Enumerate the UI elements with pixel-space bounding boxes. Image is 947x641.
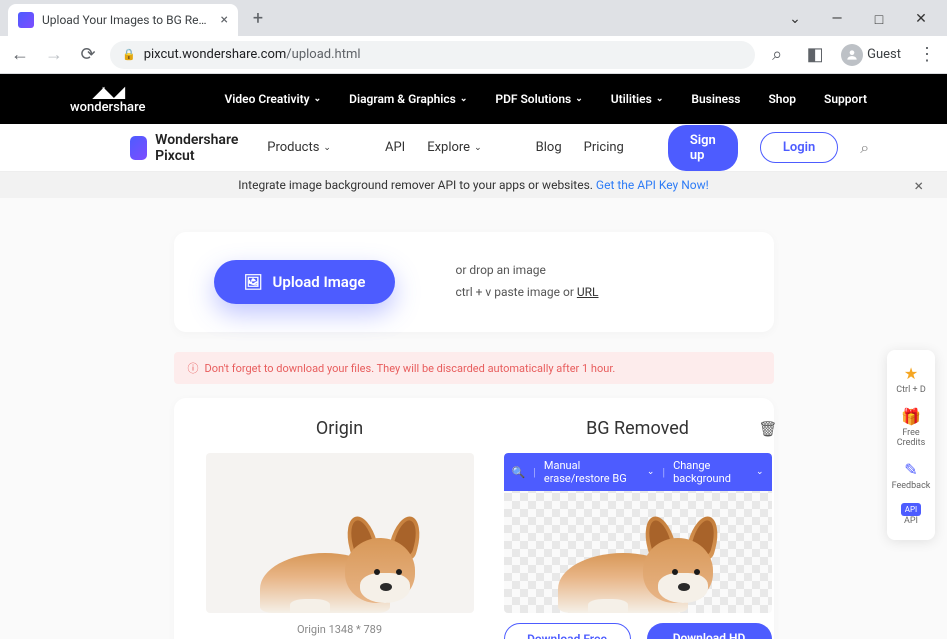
favicon <box>18 12 34 28</box>
chevron-down-icon: ⌄ <box>314 94 322 104</box>
chevron-down-icon: ⌄ <box>575 94 583 104</box>
nav-utilities[interactable]: Utilities⌄ <box>611 92 664 106</box>
dock-shortcut[interactable]: ★Ctrl + D <box>887 358 935 401</box>
trash-icon[interactable]: 🗑 <box>758 420 777 438</box>
upload-hints: or drop an image ctrl + v paste image or… <box>455 260 598 303</box>
url-domain: pixcut.wondershare.com <box>144 47 287 62</box>
window-controls: ⌄ ― □ ✕ <box>783 5 947 31</box>
gift-icon: 🎁 <box>889 407 933 426</box>
nav-api[interactable]: API <box>385 140 405 155</box>
star-icon: ★ <box>889 364 933 383</box>
url-path: /upload.html <box>286 47 360 62</box>
image-icon: 🖼 <box>244 273 263 291</box>
change-bg-button[interactable]: Change background ⌄ <box>673 459 763 485</box>
origin-caption: Origin 1348 * 789 <box>206 623 474 636</box>
origin-title: Origin <box>316 418 363 439</box>
nav-explore[interactable]: Explore⌄ <box>427 140 481 155</box>
warning-text: Don't forget to download your files. The… <box>205 362 616 375</box>
pixcut-icon <box>130 136 147 160</box>
close-tab-icon[interactable]: × <box>221 12 228 28</box>
search-icon[interactable]: ⌕ <box>860 138 869 158</box>
chevron-down-icon: ⌄ <box>474 143 482 153</box>
profile-button[interactable]: Guest <box>841 44 901 66</box>
chevron-down-icon: ⌄ <box>323 143 331 153</box>
wondershare-logo[interactable]: ◢◣◢ wondershare <box>70 83 146 115</box>
guest-label: Guest <box>867 47 901 62</box>
dog-illustration <box>250 503 430 613</box>
url-input[interactable]: 🔒 pixcut.wondershare.com/upload.html <box>110 41 755 69</box>
tab-strip: Upload Your Images to BG Remo... × + ⌄ ―… <box>0 0 947 36</box>
nav-pdf-solutions[interactable]: PDF Solutions⌄ <box>495 92 582 106</box>
browser-tab[interactable]: Upload Your Images to BG Remo... × <box>8 4 238 36</box>
removed-column: BG Removed 🗑 🔍| Manual erase/restore BG … <box>504 418 772 639</box>
upload-image-button[interactable]: 🖼 Upload Image <box>214 260 396 304</box>
zoom-icon[interactable]: 🔍 <box>512 466 526 479</box>
hint-paste: ctrl + v paste image or <box>455 285 576 299</box>
api-icon: API <box>901 503 921 516</box>
nav-blog[interactable]: Blog <box>536 140 562 155</box>
pixcut-app-nav: Wondershare Pixcut Products⌄ API Explore… <box>0 124 947 172</box>
forward-button[interactable]: → <box>42 43 66 67</box>
chevron-down-icon[interactable]: ⌄ <box>783 7 807 31</box>
signup-button[interactable]: Sign up <box>668 125 738 171</box>
nav-diagram-graphics[interactable]: Diagram & Graphics⌄ <box>349 92 467 106</box>
banner-text: Integrate image background remover API t… <box>238 178 596 192</box>
login-button[interactable]: Login <box>760 132 838 163</box>
download-free-button[interactable]: Download Free <box>504 623 631 639</box>
origin-column: Origin Origin 1348 * 789 <box>206 418 474 639</box>
chevron-down-icon: ⌄ <box>756 467 764 477</box>
upload-card: 🖼 Upload Image or drop an image ctrl + v… <box>174 232 774 332</box>
close-window-icon[interactable]: ✕ <box>909 7 933 31</box>
nav-video-creativity[interactable]: Video Creativity⌄ <box>224 92 321 106</box>
nav-products[interactable]: Products⌄ <box>267 140 331 155</box>
removed-image: 🔍| Manual erase/restore BG ⌄| Change bac… <box>504 453 772 613</box>
tab-title: Upload Your Images to BG Remo... <box>42 13 213 27</box>
address-bar: ← → ⟳ 🔒 pixcut.wondershare.com/upload.ht… <box>0 36 947 74</box>
side-dock: ★Ctrl + D 🎁Free Credits ✎Feedback APIAPI <box>887 350 935 540</box>
warning-bar: ⓘ Don't forget to download your files. T… <box>174 352 774 384</box>
search-icon[interactable]: ⌕ <box>765 43 789 67</box>
new-tab-button[interactable]: + <box>244 4 272 32</box>
avatar-icon <box>841 44 863 66</box>
url-link[interactable]: URL <box>577 285 599 299</box>
api-banner: Integrate image background remover API t… <box>0 172 947 198</box>
result-card: Origin Origin 1348 * 789 BG Removed 🗑 <box>174 398 774 639</box>
image-action-bar: 🔍| Manual erase/restore BG ⌄| Change bac… <box>504 453 772 491</box>
chevron-down-icon: ⌄ <box>460 94 468 104</box>
dock-feedback[interactable]: ✎Feedback <box>887 454 935 497</box>
dock-credits[interactable]: 🎁Free Credits <box>887 401 935 454</box>
chevron-down-icon: ⌄ <box>647 467 655 477</box>
logo-icon: ◢◣◢ <box>92 83 123 101</box>
main-content: 🖼 Upload Image or drop an image ctrl + v… <box>0 198 947 639</box>
browser-chrome: Upload Your Images to BG Remo... × + ⌄ ―… <box>0 0 947 74</box>
dog-illustration <box>548 503 728 613</box>
hint-drop: or drop an image <box>455 260 598 282</box>
removed-title: BG Removed <box>586 418 689 439</box>
maximize-icon[interactable]: □ <box>867 7 891 31</box>
banner-link[interactable]: Get the API Key Now! <box>596 178 709 192</box>
back-button[interactable]: ← <box>8 43 32 67</box>
chevron-down-icon: ⌄ <box>656 94 664 104</box>
pen-icon: ✎ <box>889 460 933 479</box>
banner-close-icon[interactable]: × <box>914 176 923 195</box>
nav-support[interactable]: Support <box>824 92 867 106</box>
menu-icon[interactable]: ⋮ <box>915 43 939 67</box>
nav-shop[interactable]: Shop <box>768 92 796 106</box>
nav-pricing[interactable]: Pricing <box>584 140 624 155</box>
reload-button[interactable]: ⟳ <box>76 43 100 67</box>
lock-icon: 🔒 <box>122 48 136 61</box>
manual-erase-button[interactable]: Manual erase/restore BG ⌄ <box>544 459 655 485</box>
dock-api[interactable]: APIAPI <box>887 497 935 532</box>
nav-business[interactable]: Business <box>691 92 740 106</box>
minimize-icon[interactable]: ― <box>825 7 849 31</box>
panel-icon[interactable]: ◧ <box>803 43 827 67</box>
download-hd-button[interactable]: Download HD <box>647 623 772 639</box>
pixcut-logo[interactable]: Wondershare Pixcut <box>130 132 245 164</box>
warning-icon: ⓘ <box>188 360 199 376</box>
wondershare-top-nav: ◢◣◢ wondershare Video Creativity⌄ Diagra… <box>0 74 947 124</box>
origin-image <box>206 453 474 613</box>
